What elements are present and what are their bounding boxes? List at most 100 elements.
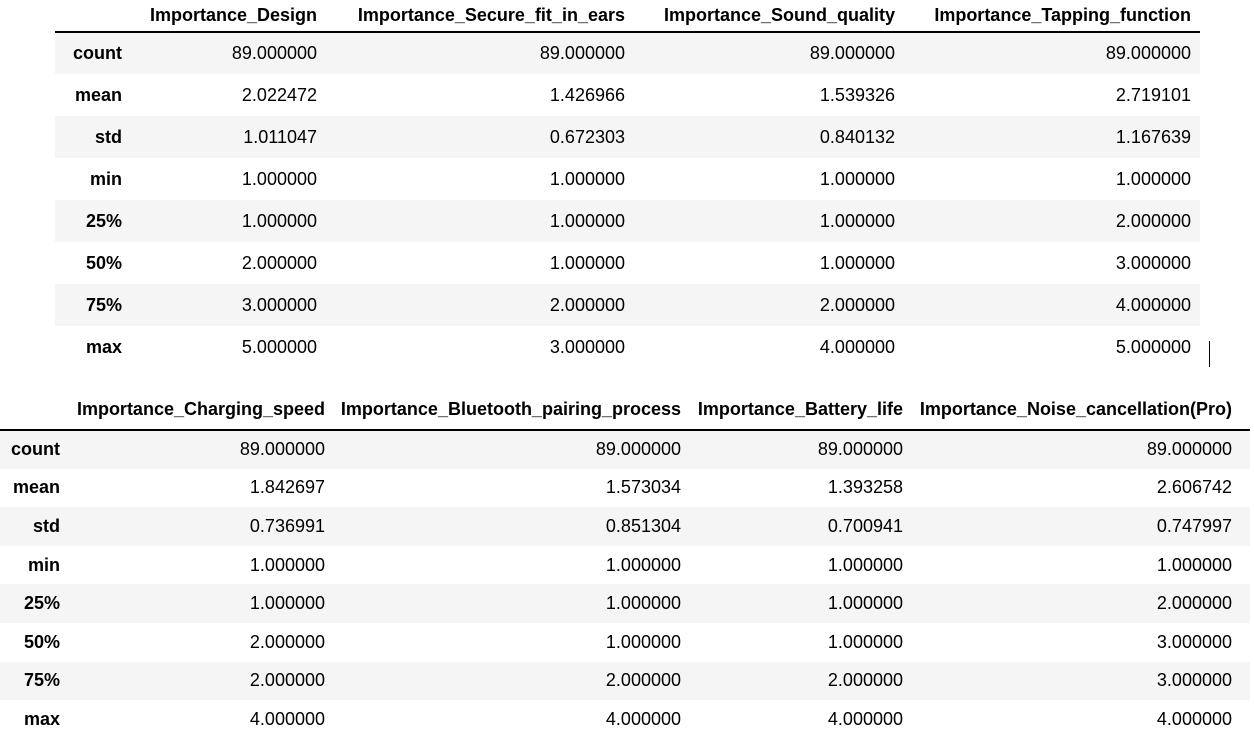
table-row: count 89.000000 89.000000 89.000000 89.00000…	[0, 430, 1250, 469]
table-cell: 1.539326	[819, 84, 895, 105]
table-cell: 2.606742	[1156, 477, 1232, 498]
table-cell: 1.000000	[605, 593, 681, 614]
table-cell: 1.000000	[1115, 168, 1191, 189]
table-cell: 89.000000	[809, 43, 895, 63]
table-row: mean 2.022472 1.426966 1.539326 2.719101	[55, 74, 1200, 116]
table-cell: 1.426966	[549, 84, 625, 105]
table-row: 25% 1.000000 1.000000 1.000000 2.000000	[55, 200, 1200, 242]
table-cell: 4.000000	[819, 336, 895, 357]
text-cursor	[1209, 341, 1210, 367]
table-cell: 4.000000	[1156, 708, 1232, 729]
table-cell: 2.000000	[819, 294, 895, 315]
table-cell: 1.000000	[827, 631, 903, 652]
table-cell: 0.672303	[549, 126, 625, 147]
table-cell: 0.747997	[1156, 515, 1232, 536]
row-label: 75%	[85, 294, 122, 315]
row-label: std	[33, 515, 60, 536]
table-row: std 1.011047 0.672303 0.840132 1.167639	[55, 116, 1200, 158]
table-cell: 1.000000	[549, 168, 625, 189]
table-cell: 2.000000	[605, 670, 681, 691]
table-row: mean 1.842697 1.573034 1.393258 2.606742	[0, 469, 1250, 508]
table-cell: 2.000000	[249, 670, 325, 691]
table-cell: 89.000000	[817, 439, 903, 460]
table-cell: 2.000000	[1115, 210, 1191, 231]
table-row: min 1.000000 1.000000 1.000000 1.000000	[0, 546, 1250, 585]
table-cell: 1.393258	[827, 477, 903, 498]
row-label: 75%	[23, 670, 60, 691]
table-row: 75% 3.000000 2.000000 2.000000 4.000000	[55, 284, 1200, 326]
table-cell: 5.000000	[241, 336, 317, 357]
table-cell: 1.011047	[243, 126, 317, 147]
row-label: count	[73, 43, 122, 63]
table-row: max 5.000000 3.000000 4.000000 5.000000	[55, 326, 1200, 368]
index-header	[55, 0, 130, 33]
column-header: Importance_Tapping_function	[903, 0, 1200, 33]
table-cell: 1.000000	[819, 210, 895, 231]
table-cell: 1.000000	[819, 168, 895, 189]
row-label: count	[11, 439, 60, 460]
table-cell: 3.000000	[241, 294, 317, 315]
table-cell: 1.000000	[249, 554, 325, 575]
row-label: 25%	[85, 210, 122, 231]
table-row: 50% 2.000000 1.000000 1.000000 3.000000	[55, 242, 1200, 284]
table-cell: 1.000000	[549, 210, 625, 231]
table-cell: 1.000000	[827, 554, 903, 575]
describe-table-2: Importance_Charging_speed Importance_Blue…	[0, 390, 1250, 739]
table-cell: 4.000000	[1115, 294, 1191, 315]
column-header: Importance_Battery_life	[689, 390, 911, 431]
table-cell: 2.719101	[1115, 84, 1191, 105]
row-label: max	[23, 708, 60, 729]
table-cell: 0.851304	[605, 515, 681, 536]
table-cell: 5.000000	[1115, 336, 1191, 357]
table-cell: 4.000000	[605, 708, 681, 729]
table-cell: 3.000000	[549, 336, 625, 357]
table-cell: 2.000000	[1156, 593, 1232, 614]
row-label: 50%	[85, 252, 122, 273]
table-cell: 4.000000	[249, 708, 325, 729]
table-row: 50% 2.000000 1.000000 1.000000 3.000000	[0, 623, 1250, 662]
table-cell: 3.000000	[1156, 670, 1232, 691]
table-cell: 89.000000	[539, 43, 625, 63]
table-row: 25% 1.000000 1.000000 1.000000 2.000000	[0, 584, 1250, 623]
table-row: count 89.000000 89.000000 89.000000 89.00000…	[55, 32, 1200, 74]
row-label: std	[95, 126, 122, 147]
table-cell: 1.000000	[241, 210, 317, 231]
table-cell: 1.000000	[249, 593, 325, 614]
table-cell: 2.000000	[241, 252, 317, 273]
table-row: min 1.000000 1.000000 1.000000 1.000000	[55, 158, 1200, 200]
row-label: max	[85, 336, 122, 357]
table-cell: 0.700941	[827, 515, 903, 536]
table-cell: 1.000000	[549, 252, 625, 273]
table-cell: 1.842697	[249, 477, 325, 498]
table-cell: 4.000000	[827, 708, 903, 729]
column-header: Importance_Noise_cancellation(Pro)	[911, 390, 1250, 431]
header-row: Importance_Design Importance_Secure_fit_i…	[55, 0, 1200, 33]
table-cell: 2.000000	[549, 294, 625, 315]
describe-table-1: Importance_Design Importance_Secure_fit_i…	[55, 0, 1200, 368]
table-cell: 1.000000	[827, 593, 903, 614]
column-header: Importance_Secure_fit_in_ears	[325, 0, 633, 33]
table-cell: 89.000000	[1105, 43, 1191, 63]
table-cell: 89.000000	[239, 439, 325, 460]
table-cell: 0.736991	[249, 515, 325, 536]
table-cell: 1.167639	[1115, 126, 1191, 147]
row-label: 25%	[23, 593, 60, 614]
table-row: 75% 2.000000 2.000000 2.000000 3.000000	[0, 661, 1250, 701]
index-header	[0, 390, 68, 431]
row-label: mean	[74, 84, 122, 105]
row-label: mean	[12, 477, 60, 498]
row-label: min	[27, 554, 60, 575]
table-cell: 1.000000	[1156, 554, 1232, 575]
table-cell: 2.000000	[249, 631, 325, 652]
table-cell: 2.000000	[827, 670, 903, 691]
table-row: std 0.736991 0.851304 0.700941 0.747997	[0, 507, 1250, 546]
table-row: max 4.000000 4.000000 4.000000 4.000000	[0, 700, 1250, 739]
table-cell: 89.000000	[595, 439, 681, 460]
table-cell: 3.000000	[1115, 252, 1191, 273]
table-cell: 89.000000	[1146, 439, 1232, 460]
table-cell: 0.840132	[819, 126, 895, 147]
table-cell: 1.000000	[241, 168, 317, 189]
table-cell: 1.000000	[605, 554, 681, 575]
header-row: Importance_Charging_speed Importance_Blue…	[0, 390, 1250, 431]
row-label: 50%	[23, 631, 60, 652]
